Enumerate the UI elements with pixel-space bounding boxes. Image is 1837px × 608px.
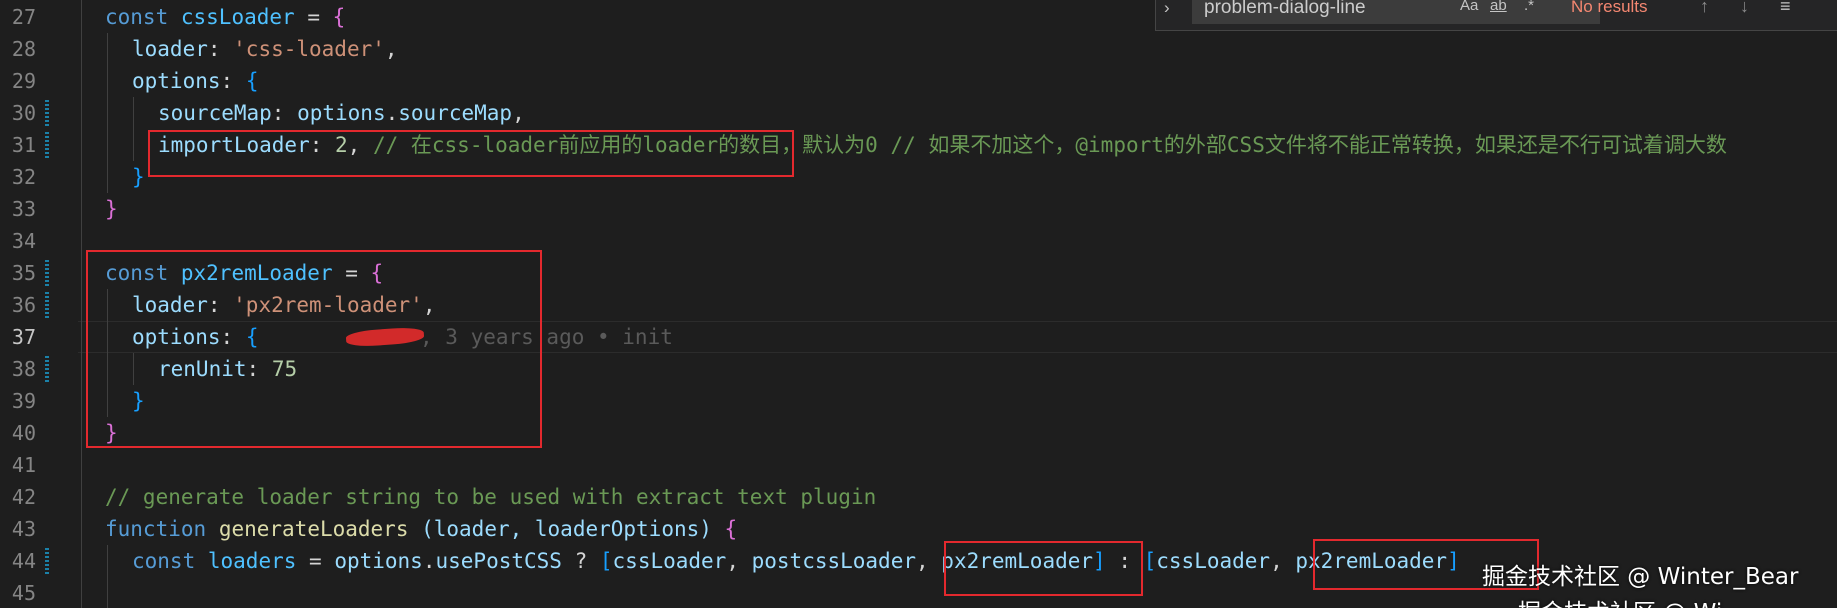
- identifier-token: cssLoader: [612, 549, 727, 573]
- line-number: 37: [11, 325, 36, 349]
- line-number: 42: [11, 485, 36, 509]
- modified-line-marker: [45, 292, 49, 318]
- line-number: 45: [11, 581, 36, 605]
- bracket-token: }: [105, 197, 118, 221]
- modified-line-marker: [45, 548, 49, 574]
- property-token: sourceMap: [398, 101, 513, 125]
- line-number: 35: [11, 261, 36, 285]
- line-number: 43: [11, 517, 36, 541]
- function-name-token: generateLoaders: [218, 517, 409, 541]
- indent-guide: [133, 97, 134, 161]
- code-line-27: const cssLoader = {: [105, 1, 345, 33]
- use-regex-icon[interactable]: .*: [1524, 0, 1534, 14]
- operator-token: =: [294, 5, 333, 29]
- line-number: 34: [11, 229, 36, 253]
- identifier-token: cssLoader: [180, 5, 295, 29]
- parameters-token: (loader, loaderOptions): [408, 517, 725, 541]
- find-input[interactable]: [1192, 0, 1600, 24]
- code-line-32: }: [132, 161, 145, 193]
- property-token: loader: [132, 37, 208, 61]
- match-whole-word-icon[interactable]: ab: [1490, 0, 1507, 14]
- watermark-duplicate: 掘金技术社区 @ Wi: [1518, 593, 1722, 608]
- find-widget: › Aa ab .* No results ↑ ↓ ≡: [1155, 0, 1837, 31]
- indent-guide: [81, 0, 82, 608]
- identifier-token: cssLoader: [1156, 549, 1271, 573]
- string-token: 'css-loader': [233, 37, 385, 61]
- property-token: usePostCSS: [435, 549, 562, 573]
- keyword-token: function: [105, 517, 207, 541]
- match-case-icon[interactable]: Aa: [1460, 0, 1478, 14]
- line-number: 41: [11, 453, 36, 477]
- line-number: 31: [11, 133, 36, 157]
- keyword-token: const: [105, 5, 169, 29]
- line-number: 44: [11, 549, 36, 573]
- line-number: 27: [11, 5, 36, 29]
- property-token: options: [132, 69, 221, 93]
- indent-guide: [107, 545, 108, 608]
- line-number: 29: [11, 69, 36, 93]
- modified-line-marker: [45, 100, 49, 126]
- identifier-token: loaders: [207, 549, 297, 573]
- code-line-33: }: [105, 193, 118, 225]
- code-line-30: sourceMap: options.sourceMap,: [158, 101, 525, 125]
- modified-line-marker: [45, 132, 49, 158]
- line-number: 39: [11, 389, 36, 413]
- annotation-box-px2rem-usage-1: [944, 541, 1143, 596]
- line-number: 32: [11, 165, 36, 189]
- find-in-selection-icon[interactable]: ≡: [1780, 0, 1791, 17]
- annotation-box-import-loader: [148, 130, 794, 177]
- annotation-box-px2rem-loader: [86, 250, 542, 448]
- line-number: 36: [11, 293, 36, 317]
- identifier-token: options: [334, 549, 423, 573]
- comment-token: // generate loader string to be used wit…: [105, 485, 877, 509]
- property-token: sourceMap: [158, 101, 272, 125]
- watermark: 掘金技术社区 @ Winter_Bear: [1482, 564, 1799, 590]
- line-number: 28: [11, 37, 36, 61]
- line-number: 33: [11, 197, 36, 221]
- modified-line-marker: [45, 356, 49, 382]
- indent-guide: [107, 33, 108, 193]
- code-line-42: // generate loader string to be used wit…: [105, 481, 876, 513]
- bracket-token: {: [245, 69, 259, 93]
- line-number: 38: [11, 357, 36, 381]
- code-line-43: function generateLoaders (loader, loader…: [105, 513, 737, 545]
- code-editor[interactable]: 27 28 29 30 31 32 33 34 35 36 37 38 39 4…: [0, 0, 1837, 608]
- line-number: 40: [11, 421, 36, 445]
- identifier-token: postcssLoader: [751, 549, 916, 573]
- toggle-replace-chevron-icon[interactable]: ›: [1164, 0, 1170, 18]
- code-line-28: loader: 'css-loader',: [132, 37, 398, 61]
- bracket-token: }: [132, 165, 145, 189]
- next-match-arrow-icon[interactable]: ↓: [1740, 0, 1749, 17]
- keyword-token: const: [132, 549, 196, 573]
- find-results-count: No results: [1571, 0, 1648, 16]
- previous-match-arrow-icon[interactable]: ↑: [1700, 0, 1709, 17]
- code-line-29: options: {: [132, 69, 259, 93]
- bracket-token: {: [332, 5, 346, 29]
- line-number: 30: [11, 101, 36, 125]
- bracket-token: {: [724, 517, 738, 541]
- modified-line-marker: [45, 260, 49, 286]
- code-line-44: const loaders = options.usePostCSS ? [cs…: [132, 549, 1460, 573]
- identifier-token: options: [297, 101, 386, 125]
- line-number-gutter: 27 28 29 30 31 32 33 34 35 36 37 38 39 4…: [0, 0, 78, 608]
